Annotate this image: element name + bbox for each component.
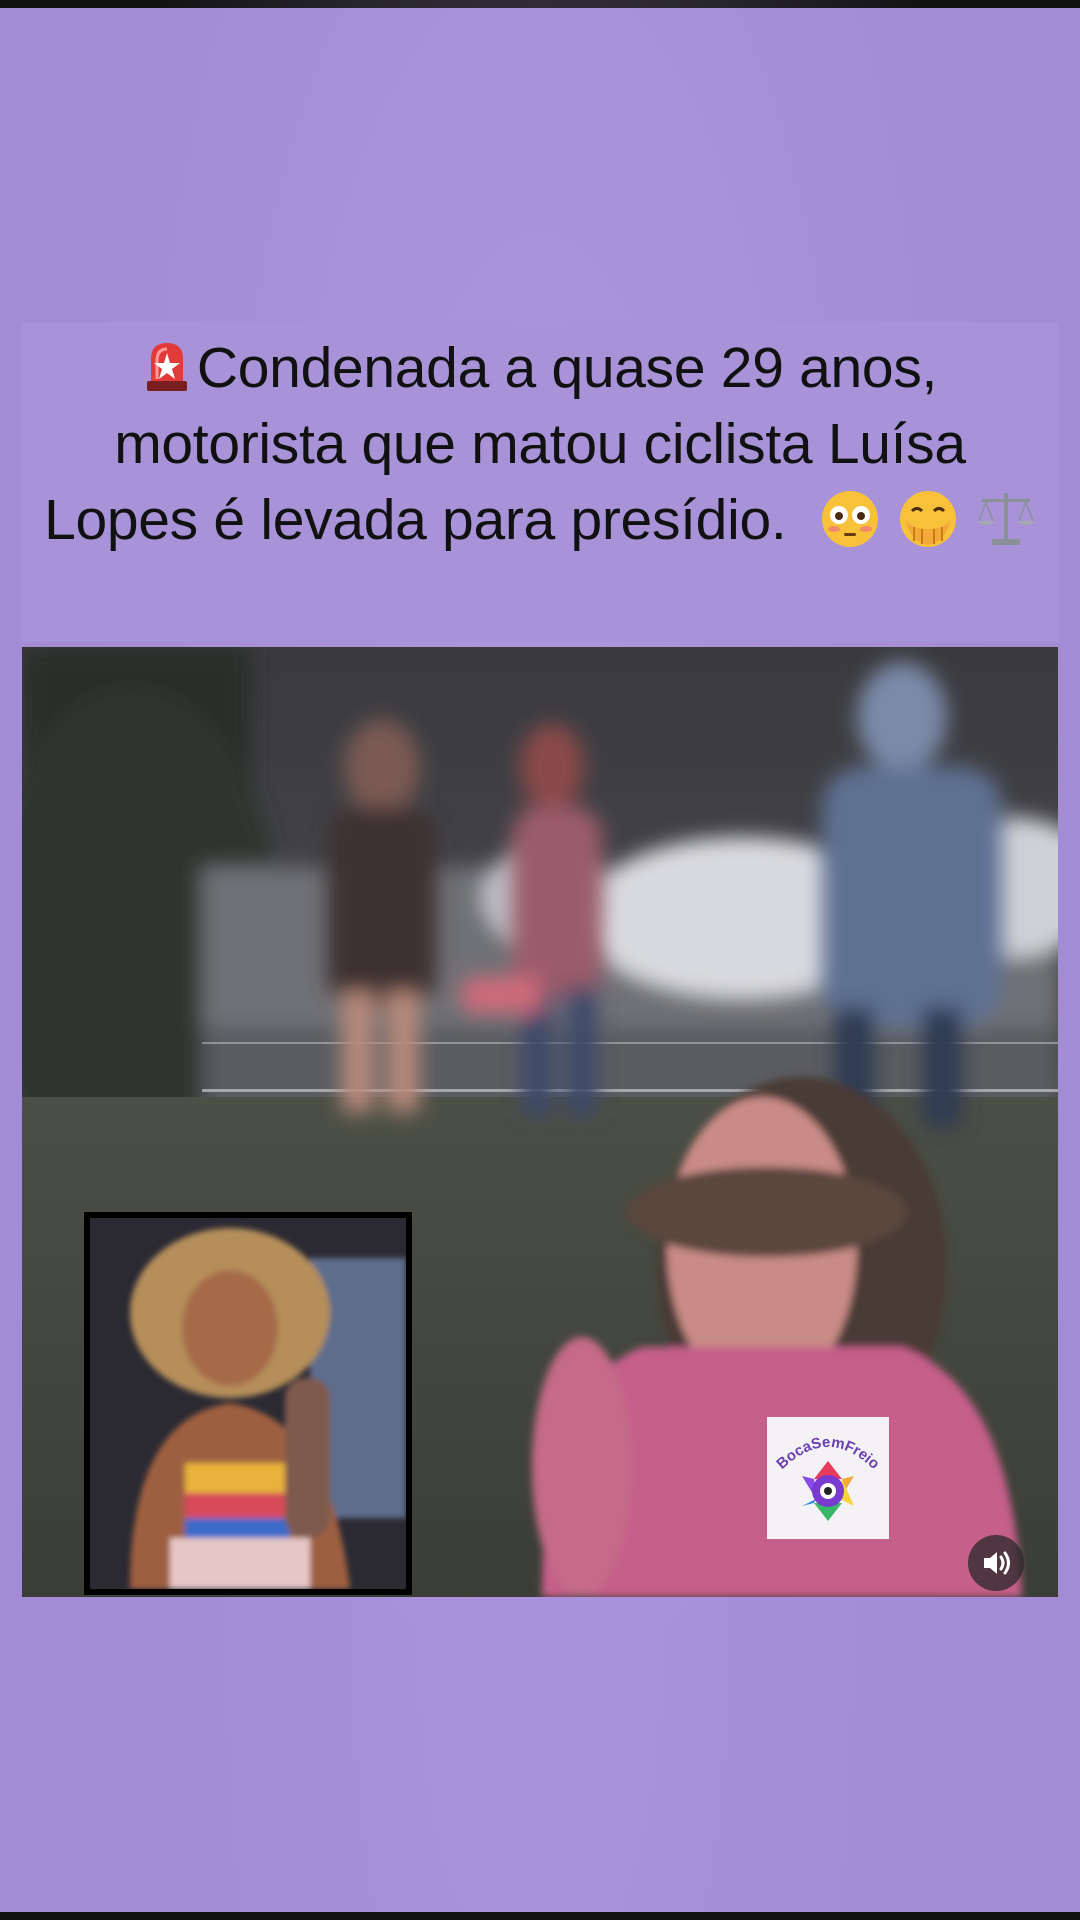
balance-scale-icon [976, 487, 1036, 568]
face-with-hand-over-mouth-icon [898, 489, 958, 568]
speaker-on-icon [984, 1551, 1010, 1575]
inset-photo [84, 1212, 412, 1595]
watermark-logo: BocaSemFreio [767, 1417, 889, 1539]
video-player[interactable]: BocaSemFreio [22, 647, 1058, 1597]
rotating-light-icon [143, 336, 191, 392]
inset-photo-image [90, 1218, 406, 1589]
flushed-face-icon [820, 489, 880, 568]
post-headline: Condenada a quase 29 anos, motorista que… [40, 330, 1040, 568]
bottom-bar [0, 1912, 1080, 1920]
sound-toggle-button[interactable] [968, 1535, 1024, 1591]
